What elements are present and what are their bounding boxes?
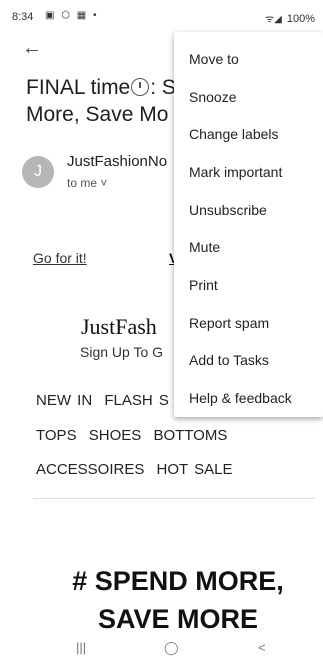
category-accessoires[interactable]: ACCESSOIRES: [36, 461, 144, 478]
sender-name: JustFashionNo: [67, 153, 168, 170]
recipient-details-toggle[interactable]: to me ˅: [67, 176, 107, 190]
menu-item-unsubscribe[interactable]: Unsubscribe: [189, 191, 319, 229]
promo-headline-line-2: SAVE MORE: [97, 604, 259, 634]
signal-icon: ᯤ◢: [264, 14, 282, 25]
category-tops[interactable]: TOPS: [36, 427, 77, 444]
menu-item-report-spam[interactable]: Report spam: [189, 304, 319, 342]
menu-item-change-labels[interactable]: Change labels: [189, 115, 319, 153]
category-row-3: ACCESSOIRES HOT SALE: [36, 461, 238, 478]
section-divider: [33, 498, 315, 499]
clock-icon: [131, 78, 150, 96]
menu-item-mute[interactable]: Mute: [189, 228, 319, 266]
menu-item-move-to[interactable]: Move to: [189, 40, 319, 78]
menu-item-add-to-tasks[interactable]: Add to Tasks: [189, 341, 319, 379]
go-for-it-link[interactable]: Go for it!: [33, 250, 87, 266]
category-row-1: NEW IN FLASH S: [36, 392, 175, 409]
status-time: 8:34: [12, 11, 34, 23]
home-icon[interactable]: ◯: [164, 640, 179, 656]
promo-headline-line-1: # SPEND MORE,: [72, 566, 284, 596]
sender-avatar[interactable]: J: [22, 156, 54, 188]
back-icon[interactable]: <: [258, 640, 266, 655]
category-bottoms[interactable]: BOTTOMS: [153, 427, 227, 444]
promo-headline: # SPEND MORE, SAVE MORE: [33, 562, 323, 638]
brand-logo[interactable]: JustFash: [81, 314, 157, 340]
status-right: ᯤ◢ 100%: [265, 11, 315, 25]
overflow-menu: Move to Snooze Change labels Mark import…: [174, 32, 323, 417]
menu-item-help-feedback[interactable]: Help & feedback: [189, 379, 319, 417]
back-arrow-icon[interactable]: ←: [22, 38, 42, 58]
status-bar: 8:34 ▣ ⬡ ▦ • ᯤ◢ 100%: [0, 0, 323, 30]
category-hot-sale[interactable]: HOT SALE: [157, 461, 233, 478]
recents-icon[interactable]: |||: [76, 640, 86, 655]
menu-item-snooze[interactable]: Snooze: [189, 78, 319, 116]
category-row-2: TOPS SHOES BOTTOMS: [36, 427, 233, 444]
menu-item-mark-important[interactable]: Mark important: [189, 153, 319, 191]
category-shoes[interactable]: SHOES: [89, 427, 142, 444]
system-nav-bar: ||| ◯ <: [0, 636, 323, 660]
signup-text[interactable]: Sign Up To G: [80, 344, 163, 360]
category-flash-sale[interactable]: FLASH S: [104, 392, 169, 409]
notification-icons: ▣ ⬡ ▦ •: [45, 10, 99, 21]
menu-item-print[interactable]: Print: [189, 266, 319, 304]
battery-level: 100%: [286, 13, 315, 25]
category-new-in[interactable]: NEW IN: [36, 392, 92, 409]
